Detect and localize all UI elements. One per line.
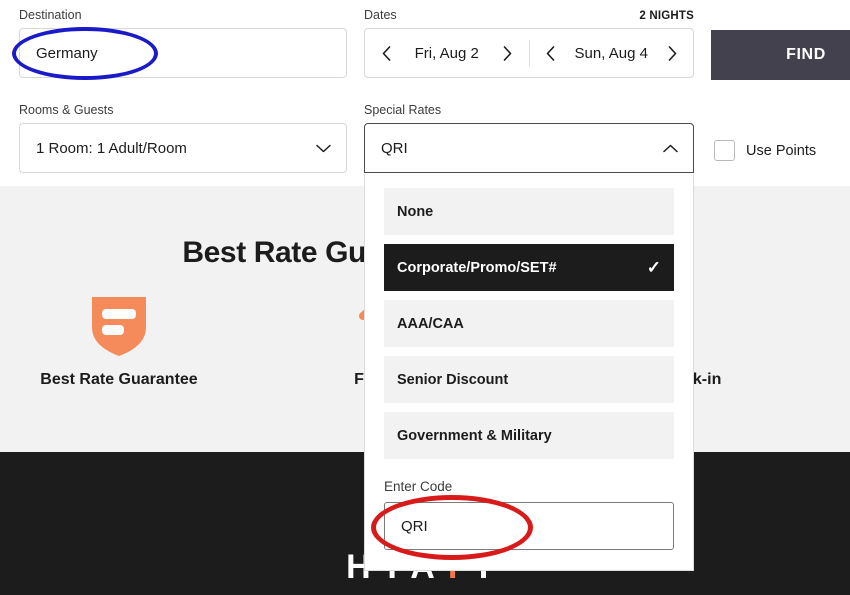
option-label: None xyxy=(397,203,434,220)
page-root: Best Rate Guaranteed at hyatt.com Best R… xyxy=(0,0,850,595)
chevron-right-icon[interactable] xyxy=(663,45,681,61)
dates-label: Dates xyxy=(364,8,397,22)
shield-icon xyxy=(14,295,224,357)
nights-count: 2 NIGHTS xyxy=(639,10,694,22)
chevron-right-icon[interactable] xyxy=(498,45,516,61)
enter-code-label: Enter Code xyxy=(384,479,453,494)
check-out-control[interactable]: Sun, Aug 4 xyxy=(530,29,694,77)
chevron-left-icon[interactable] xyxy=(542,45,560,61)
find-button[interactable]: FIND xyxy=(711,30,850,80)
enter-code-value: QRI xyxy=(401,517,428,535)
check-in-date: Fri, Aug 2 xyxy=(414,44,479,62)
destination-field-group: Destination Germany xyxy=(19,8,347,78)
chevron-left-icon[interactable] xyxy=(377,45,395,61)
use-points-group[interactable]: Use Points xyxy=(714,140,816,161)
check-in-control[interactable]: Fri, Aug 2 xyxy=(365,29,529,77)
search-widget: Destination Germany Dates 2 NIGHTS Fri, … xyxy=(0,0,850,186)
rooms-guests-select[interactable]: 1 Room: 1 Adult/Room xyxy=(19,123,347,173)
special-rates-value: QRI xyxy=(381,139,408,157)
option-label: Government & Military xyxy=(397,427,552,444)
special-rates-option-aaa[interactable]: AAA/CAA xyxy=(384,300,674,347)
dates-control: Fri, Aug 2 Sun, Aug 4 xyxy=(364,28,694,78)
destination-value: Germany xyxy=(36,44,98,62)
rooms-guests-field-group: Rooms & Guests 1 Room: 1 Adult/Room xyxy=(19,103,347,173)
enter-code-input[interactable]: QRI xyxy=(384,502,674,550)
feature-best-rate-guarantee: Best Rate Guarantee xyxy=(14,295,224,389)
option-label: Senior Discount xyxy=(397,371,509,388)
special-rates-label: Special Rates xyxy=(364,103,442,117)
chevron-up-icon[interactable] xyxy=(661,144,679,153)
destination-label: Destination xyxy=(19,8,82,22)
use-points-checkbox[interactable] xyxy=(714,140,735,161)
special-rates-field-group: Special Rates QRI xyxy=(364,103,694,173)
special-rates-option-government[interactable]: Government & Military xyxy=(384,412,674,459)
rooms-guests-label: Rooms & Guests xyxy=(19,103,114,117)
use-points-label: Use Points xyxy=(746,142,817,159)
special-rates-dropdown: None Corporate/Promo/SET# ✓ AAA/CAA Seni… xyxy=(364,174,694,571)
check-out-date: Sun, Aug 4 xyxy=(574,44,648,62)
option-label: AAA/CAA xyxy=(397,315,464,332)
special-rates-option-corporate[interactable]: Corporate/Promo/SET# ✓ xyxy=(384,244,674,291)
option-label: Corporate/Promo/SET# xyxy=(397,259,557,276)
special-rates-option-senior[interactable]: Senior Discount xyxy=(384,356,674,403)
dates-field-group: Dates 2 NIGHTS Fri, Aug 2 Sun, Aug 4 xyxy=(364,8,694,78)
dates-header: Dates 2 NIGHTS xyxy=(364,8,694,28)
special-rates-option-none[interactable]: None xyxy=(384,188,674,235)
rooms-guests-value: 1 Room: 1 Adult/Room xyxy=(36,139,187,157)
special-rates-select[interactable]: QRI xyxy=(364,123,694,173)
destination-input[interactable]: Germany xyxy=(19,28,347,78)
feature-label: Best Rate Guarantee xyxy=(40,371,198,388)
check-icon: ✓ xyxy=(646,258,661,277)
chevron-down-icon[interactable] xyxy=(314,144,332,153)
